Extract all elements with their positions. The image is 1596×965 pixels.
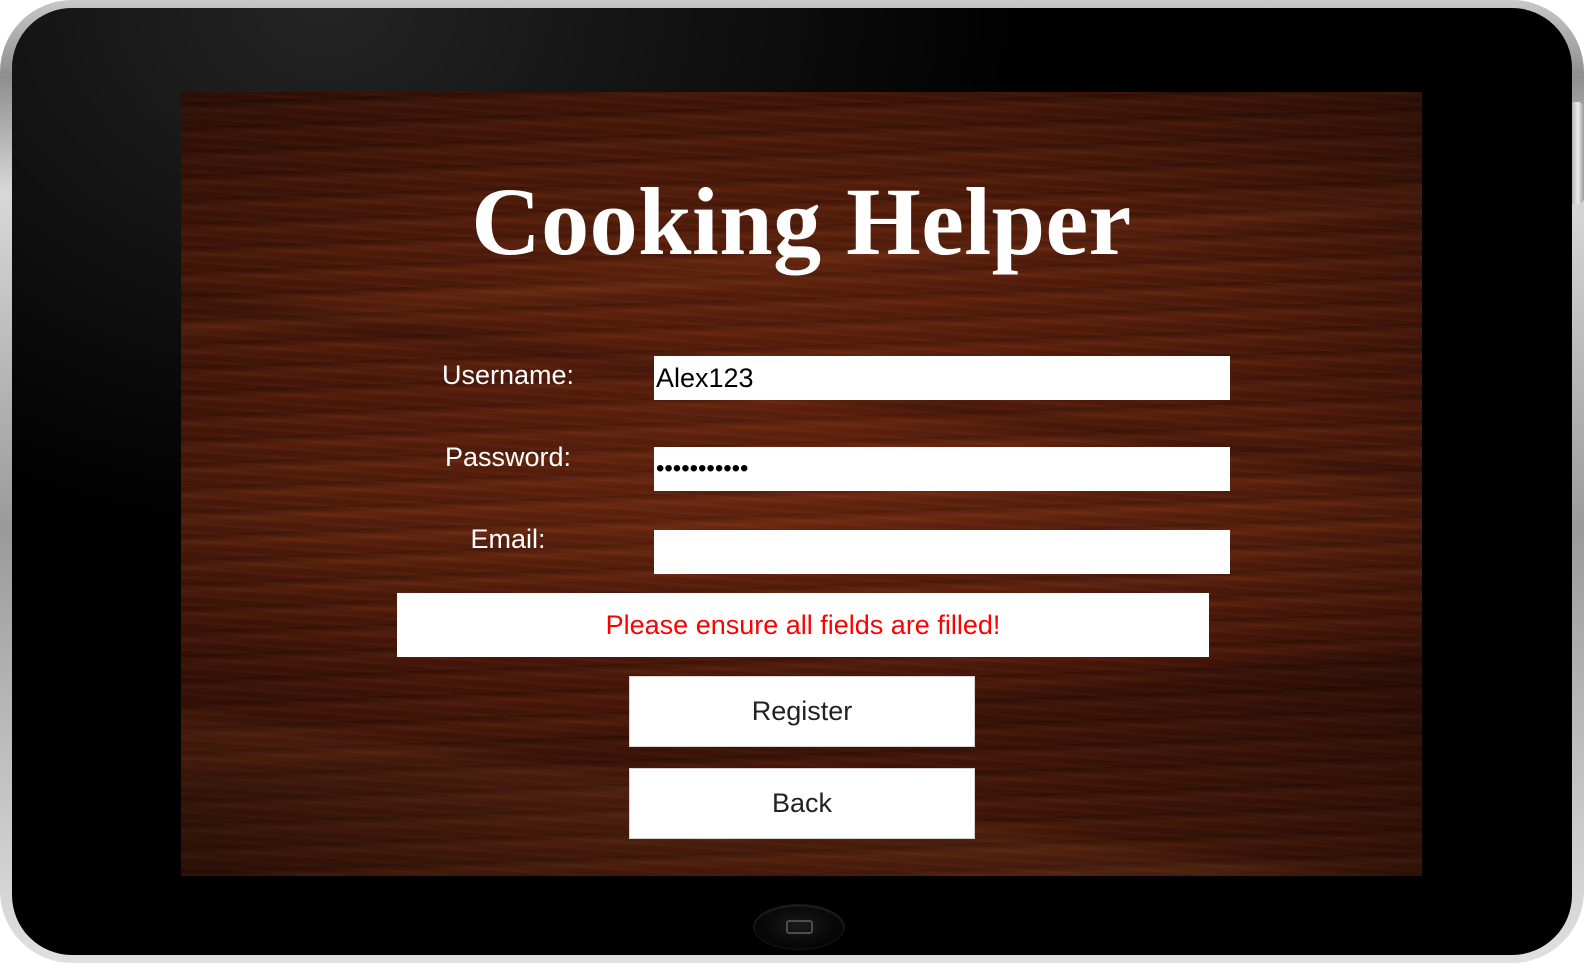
email-input[interactable] [654,530,1230,574]
tablet-frame: Cooking Helper Username: Password: Email… [0,0,1584,963]
password-label: Password: [444,442,572,472]
register-button[interactable]: Register [629,676,975,747]
home-button-icon [785,920,813,934]
home-button[interactable] [754,905,844,949]
username-label: Username: [441,360,575,390]
back-button[interactable]: Back [629,768,975,839]
username-input[interactable] [654,356,1230,400]
error-message: Please ensure all fields are filled! [605,609,1001,640]
app-screen: Cooking Helper Username: Password: Email… [181,92,1422,876]
error-message-box: Please ensure all fields are filled! [397,593,1209,657]
power-button [1572,142,1584,204]
app-title: Cooking Helper [471,168,1132,275]
password-input[interactable] [654,447,1230,491]
email-label: Email: [470,524,546,554]
